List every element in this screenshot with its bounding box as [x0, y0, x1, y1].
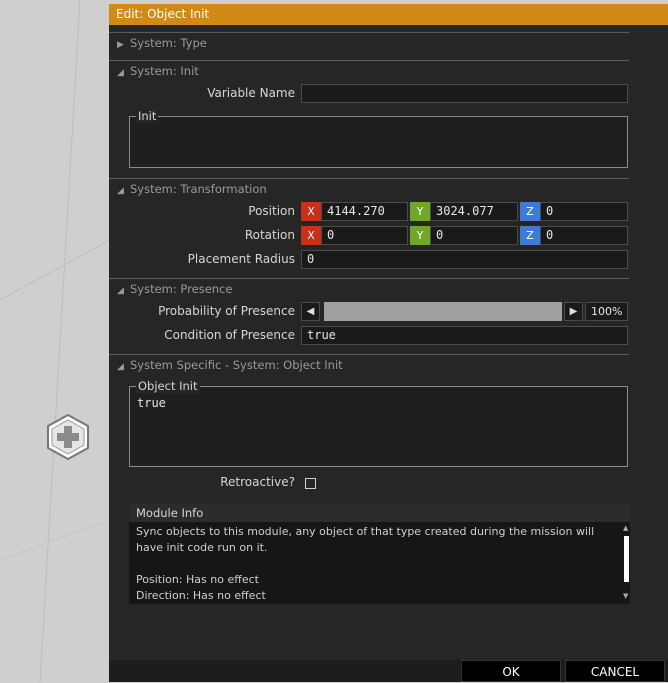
separator — [109, 278, 629, 279]
separator — [109, 60, 629, 61]
probability-label: Probability of Presence — [158, 304, 295, 318]
module-info-line: Direction: Has no effect — [136, 589, 266, 602]
cancel-button[interactable]: CANCEL — [565, 660, 665, 682]
init-code-box[interactable]: Init — [129, 109, 628, 168]
section-presence-title: System: Presence — [130, 282, 233, 296]
section-type-header[interactable]: ▶ System: Type — [117, 36, 207, 50]
position-label: Position — [248, 204, 295, 218]
section-init-title: System: Init — [130, 64, 199, 78]
collapse-arrow-icon: ◢ — [117, 68, 124, 78]
slider-right-arrow-icon[interactable]: ▶ — [564, 302, 583, 321]
object-init-code-box[interactable]: Object Init true — [129, 379, 628, 467]
position-x-input[interactable]: 4144.270 — [321, 202, 408, 221]
rotation-x-input[interactable]: 0 — [321, 226, 408, 245]
rotation-z-axis: Z — [520, 226, 540, 245]
condition-label: Condition of Presence — [164, 328, 295, 342]
scroll-up-icon[interactable]: ▲ — [623, 524, 628, 532]
module-info-scrollbar[interactable] — [624, 536, 629, 582]
rotation-x-axis: X — [301, 226, 321, 245]
add-module-icon[interactable] — [45, 414, 91, 460]
section-transformation-header[interactable]: ◢ System: Transformation — [117, 182, 267, 196]
module-info-panel: Module Info Sync objects to this module,… — [129, 504, 630, 604]
module-info-line: Position: Has no effect — [136, 573, 259, 586]
separator — [109, 32, 629, 33]
section-type-title: System: Type — [130, 36, 207, 50]
object-init-code-text: true — [137, 396, 166, 410]
section-specific-header[interactable]: ◢ System Specific - System: Object Init — [117, 358, 343, 372]
placement-radius-label: Placement Radius — [187, 252, 295, 266]
rotation-y-axis: Y — [410, 226, 430, 245]
section-transformation-title: System: Transformation — [130, 182, 267, 196]
collapse-arrow-icon: ◢ — [117, 186, 124, 196]
rotation-label: Rotation — [244, 228, 295, 242]
section-specific-title: System Specific - System: Object Init — [130, 358, 343, 372]
module-info-title: Module Info — [129, 504, 630, 522]
collapse-arrow-icon: ◢ — [117, 286, 124, 296]
position-y-input[interactable]: 3024.077 — [430, 202, 518, 221]
variable-name-label: Variable Name — [207, 86, 295, 100]
init-label: Init — [136, 109, 159, 123]
position-x-axis: X — [301, 202, 321, 221]
placement-radius-input[interactable]: 0 — [301, 250, 628, 269]
probability-value[interactable]: 100% — [585, 302, 628, 321]
expand-arrow-icon: ▶ — [117, 40, 124, 50]
slider-left-arrow-icon[interactable]: ◀ — [301, 302, 320, 321]
edit-dialog: Edit: Object Init ▶ System: Type ◢ System:… — [109, 4, 668, 682]
module-info-text: Sync objects to this module, any object … — [136, 524, 614, 604]
retroactive-label: Retroactive? — [220, 475, 295, 489]
rotation-z-input[interactable]: 0 — [540, 226, 628, 245]
probability-slider[interactable] — [324, 302, 562, 321]
position-y-axis: Y — [410, 202, 430, 221]
section-presence-header[interactable]: ◢ System: Presence — [117, 282, 232, 296]
separator — [109, 178, 629, 179]
position-z-axis: Z — [520, 202, 540, 221]
retroactive-checkbox[interactable] — [305, 478, 316, 489]
ok-button[interactable]: OK — [461, 660, 561, 682]
section-init-header[interactable]: ◢ System: Init — [117, 64, 199, 78]
scroll-down-icon[interactable]: ▼ — [623, 592, 628, 600]
variable-name-input[interactable] — [301, 84, 628, 103]
rotation-y-input[interactable]: 0 — [430, 226, 518, 245]
condition-input[interactable]: true — [301, 326, 628, 345]
collapse-arrow-icon: ◢ — [117, 362, 124, 372]
object-init-label: Object Init — [136, 379, 200, 393]
separator — [109, 354, 629, 355]
dialog-title: Edit: Object Init — [109, 4, 668, 25]
map-background — [0, 0, 110, 682]
position-z-input[interactable]: 0 — [540, 202, 628, 221]
module-info-line: Sync objects to this module, any object … — [136, 525, 595, 554]
